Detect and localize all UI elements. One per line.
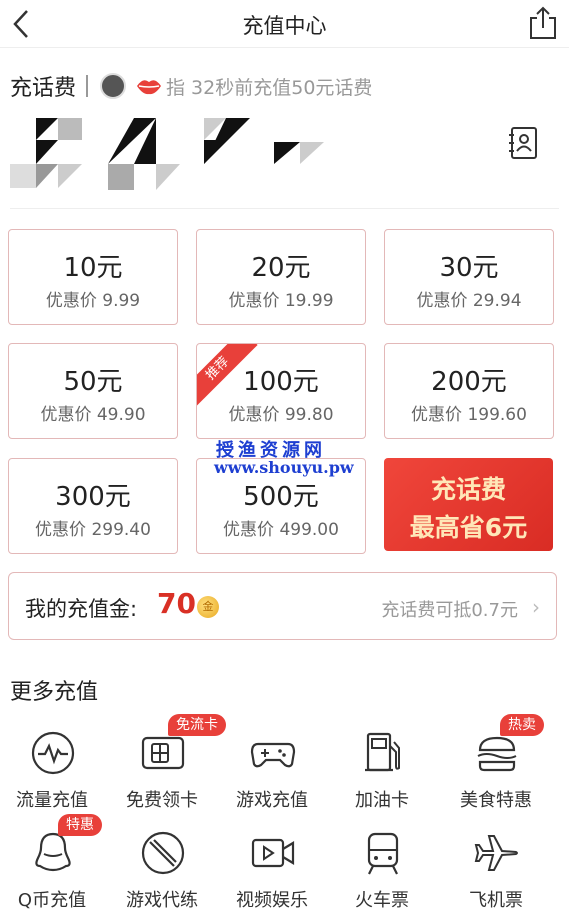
plan-amount: 500元 (243, 482, 319, 512)
service-fuel-card[interactable]: 加油卡 (332, 730, 432, 820)
plan-price: 优惠价 29.94 (416, 291, 522, 311)
service-game-boost[interactable]: 游戏代练 (112, 830, 212, 917)
fuel-pump-icon (365, 732, 400, 772)
divider (10, 208, 559, 209)
avatar (100, 73, 127, 99)
phone-number-mosaic[interactable] (10, 118, 330, 194)
plan-amount: 300元 (55, 482, 131, 512)
service-label: 免费领卡 (126, 790, 198, 811)
pulse-icon (31, 731, 75, 775)
video-icon (251, 838, 295, 868)
promo-line-1: 充话费 (430, 475, 506, 504)
service-free-sim[interactable]: 免费领卡 (112, 730, 212, 820)
recharge-balance-bar[interactable]: 我的充值金: 70 金 充话费可抵0.7元 › (8, 572, 557, 640)
service-label: Q币充值 (17, 890, 87, 911)
plan-price: 优惠价 199.60 (411, 405, 527, 425)
service-badge: 免流卡 (168, 714, 226, 736)
section-title: 更多充值 (10, 680, 99, 705)
plan-price: 优惠价 49.90 (40, 405, 146, 425)
watermark-url: www.shouyu.pw (214, 458, 354, 477)
plan-amount: 100元 (243, 367, 319, 397)
page-title: 充值中心 (242, 14, 327, 38)
plan-price: 优惠价 9.99 (45, 291, 141, 311)
header: 充值中心 (0, 0, 569, 48)
plan-card[interactable]: 50元 优惠价 49.90 (8, 343, 178, 439)
service-train[interactable]: 火车票 (332, 830, 432, 917)
service-video[interactable]: 视频娱乐 (222, 830, 322, 917)
service-food-deals[interactable]: 美食特惠 (446, 730, 546, 820)
service-label: 火车票 (355, 890, 409, 911)
service-label: 美食特惠 (460, 790, 532, 811)
plan-card[interactable]: 30元 优惠价 29.94 (384, 229, 554, 325)
service-flight[interactable]: 飞机票 (446, 830, 546, 917)
sword-icon (141, 831, 185, 875)
service-label: 流量充值 (16, 790, 88, 811)
balance-hint: 充话费可抵0.7元 (381, 600, 518, 621)
plan-card[interactable]: 10元 优惠价 9.99 (8, 229, 178, 325)
promo-banner[interactable]: 充话费 最高省6元 (384, 458, 553, 551)
plan-card[interactable]: 200元 优惠价 199.60 (384, 343, 554, 439)
service-badge: 特惠 (58, 814, 102, 836)
gamepad-icon (250, 742, 296, 768)
service-label: 加油卡 (355, 790, 409, 811)
airplane-icon (474, 835, 518, 871)
plan-price: 优惠价 499.00 (223, 520, 339, 540)
promo-line-2: 最高省6元 (409, 513, 528, 542)
plan-amount: 30元 (439, 253, 499, 283)
plan-card-recommended[interactable]: 推荐 100元 优惠价 99.80 (196, 343, 366, 439)
burger-icon (477, 736, 517, 772)
plan-amount: 50元 (63, 367, 123, 397)
service-label: 飞机票 (469, 890, 523, 911)
service-label: 游戏充值 (236, 790, 308, 811)
contacts-icon[interactable] (506, 126, 540, 160)
plan-amount: 200元 (431, 367, 507, 397)
plan-price: 优惠价 299.40 (35, 520, 151, 540)
recent-activity-ticker: 指 32秒前充值50元话费 (166, 76, 373, 99)
divider (86, 75, 89, 97)
share-icon[interactable] (527, 6, 559, 40)
service-badge: 热卖 (500, 714, 544, 736)
recharge-header: 充话费 指 32秒前充值50元话费 (10, 70, 559, 102)
service-data-topup[interactable]: 流量充值 (2, 730, 102, 820)
lips-icon (137, 80, 162, 95)
plan-card[interactable]: 300元 优惠价 299.40 (8, 458, 178, 554)
sim-card-icon (141, 736, 185, 770)
service-label: 视频娱乐 (236, 890, 308, 911)
chevron-right-icon: › (532, 595, 540, 619)
plan-card[interactable]: 20元 优惠价 19.99 (196, 229, 366, 325)
plan-amount: 20元 (251, 253, 311, 283)
recharge-label: 充话费 (10, 76, 77, 101)
plan-price: 优惠价 19.99 (228, 291, 334, 311)
plan-price: 优惠价 99.80 (228, 405, 334, 425)
balance-amount: 70 (157, 587, 196, 620)
service-label: 游戏代练 (126, 890, 198, 911)
plan-amount: 10元 (63, 253, 123, 283)
balance-label: 我的充值金: (25, 597, 138, 621)
train-icon (367, 832, 399, 875)
service-game-topup[interactable]: 游戏充值 (222, 730, 322, 820)
service-qcoin[interactable]: Q币充值 (2, 830, 102, 917)
coin-icon: 金 (197, 596, 219, 618)
penguin-icon (35, 832, 71, 872)
